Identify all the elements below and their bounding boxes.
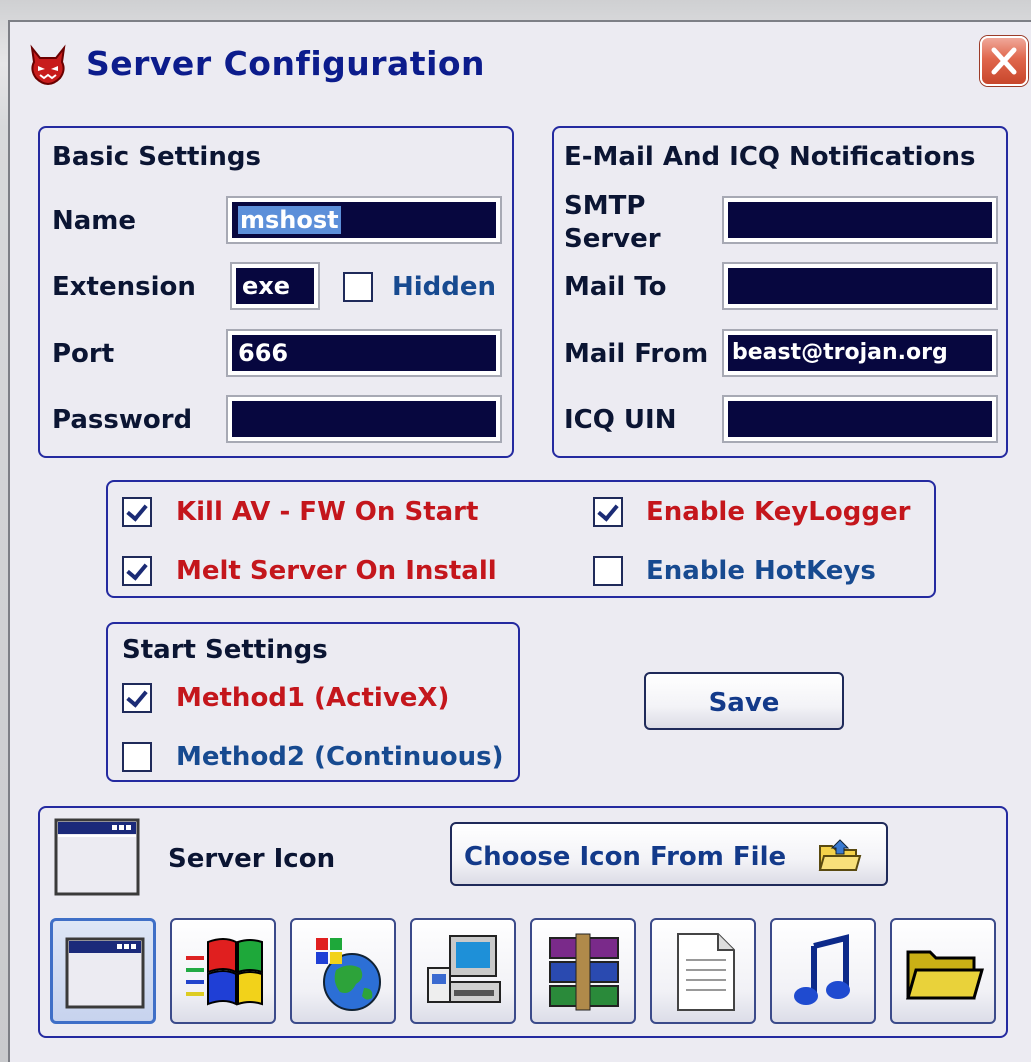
icon-choice-globe[interactable] <box>290 918 396 1024</box>
name-label: Name <box>52 206 137 236</box>
windows-flag-icon <box>186 938 263 1006</box>
hotkeys-label: Enable HotKeys <box>646 556 876 586</box>
choose-icon-label: Choose Icon From File <box>464 842 787 872</box>
melt-server-label: Melt Server On Install <box>176 556 497 586</box>
save-button-label: Save <box>708 688 780 718</box>
open-folder-icon <box>818 839 862 871</box>
icon-choice-computer[interactable] <box>410 918 516 1024</box>
icon-choice-document[interactable] <box>650 918 756 1024</box>
window-title: Server Configuration <box>86 44 486 83</box>
keylogger-checkbox[interactable] <box>593 497 623 527</box>
smtp-server-input[interactable] <box>724 198 996 242</box>
name-input[interactable]: mshost <box>228 198 500 242</box>
server-icon-preview <box>54 818 140 896</box>
smtp-label-line1: SMTP <box>564 191 646 221</box>
port-input[interactable]: 666 <box>228 331 500 375</box>
method1-label: Method1 (ActiveX) <box>176 683 450 713</box>
window-icon <box>65 937 145 1009</box>
mail-from-input[interactable]: beast@trojan.org <box>724 331 996 375</box>
basic-settings-heading: Basic Settings <box>52 142 261 172</box>
port-label: Port <box>52 339 115 369</box>
method2-label: Method2 (Continuous) <box>176 742 504 772</box>
password-label: Password <box>52 405 193 435</box>
kill-av-checkbox[interactable] <box>122 497 152 527</box>
method1-checkbox[interactable] <box>122 683 152 713</box>
close-icon <box>991 47 1017 75</box>
kill-av-label: Kill AV - FW On Start <box>176 497 479 527</box>
extension-input[interactable]: exe <box>232 264 318 308</box>
start-settings-heading: Start Settings <box>122 635 328 665</box>
document-icon <box>677 933 735 1011</box>
keylogger-label: Enable KeyLogger <box>646 497 911 527</box>
hidden-checkbox[interactable] <box>343 272 373 302</box>
choose-icon-button[interactable]: Choose Icon From File <box>450 822 888 886</box>
devil-app-icon <box>30 44 66 86</box>
hotkeys-checkbox[interactable] <box>593 556 623 586</box>
method2-checkbox[interactable] <box>122 742 152 772</box>
winrar-icon <box>549 933 619 1011</box>
extension-label: Extension <box>52 272 196 302</box>
icon-choice-windows[interactable] <box>170 918 276 1024</box>
icon-choice-window[interactable] <box>50 918 156 1024</box>
melt-server-checkbox[interactable] <box>122 556 152 586</box>
save-button[interactable]: Save <box>644 672 844 730</box>
smtp-label-line2: Server <box>564 223 661 254</box>
folder-icon <box>906 950 984 1000</box>
computer-icon <box>427 935 501 1003</box>
password-input[interactable] <box>228 397 500 441</box>
mail-to-input[interactable] <box>724 264 996 308</box>
icon-choice-winrar[interactable] <box>530 918 636 1024</box>
mail-from-label: Mail From <box>564 339 709 369</box>
music-note-icon <box>794 934 850 1005</box>
icon-choice-music[interactable] <box>770 918 876 1024</box>
icon-choice-folder[interactable] <box>890 918 996 1024</box>
hidden-label: Hidden <box>392 272 497 302</box>
icq-uin-label: ICQ UIN <box>564 405 677 435</box>
mail-to-label: Mail To <box>564 272 667 302</box>
title-bar[interactable]: Server Configuration <box>10 22 1031 106</box>
close-button[interactable] <box>980 36 1028 86</box>
smtp-label: SMTP Server <box>564 190 661 255</box>
icq-uin-input[interactable] <box>724 397 996 441</box>
notifications-heading: E-Mail And ICQ Notifications <box>564 142 976 172</box>
server-icon-label: Server Icon <box>168 844 336 874</box>
globe-icon <box>316 938 381 1011</box>
